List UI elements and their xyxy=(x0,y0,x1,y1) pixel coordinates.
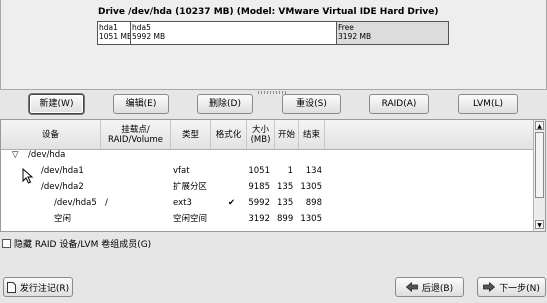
partition-segment-free[interactable]: Free 3192 MB xyxy=(337,22,448,44)
hide-raid-checkbox[interactable] xyxy=(2,239,11,248)
raid-button[interactable]: RAID(A) xyxy=(369,94,429,114)
type-cell: ext3 xyxy=(173,198,192,208)
type-cell: 扩展分区 xyxy=(173,182,208,192)
start-cell: 135 xyxy=(277,198,294,208)
arrow-right-icon xyxy=(483,282,496,292)
table-scrollbar[interactable]: ▲ ▼ xyxy=(533,120,545,231)
partition-segment-hda1[interactable]: hda1 1051 MB xyxy=(98,22,131,44)
arrow-left-icon xyxy=(405,282,418,292)
end-cell: 1305 xyxy=(300,214,322,224)
table-row[interactable]: ▽ /dev/hda xyxy=(1,147,534,163)
size-cell: 5992 xyxy=(248,198,270,208)
device-cell: /dev/hda2 xyxy=(41,182,84,192)
document-icon xyxy=(6,281,16,293)
col-mount-header[interactable]: 挂载点/ RAID/Volume xyxy=(101,120,171,149)
edit-button[interactable]: 编辑(E) xyxy=(113,94,169,114)
table-row[interactable]: /dev/hda5 / ext3 ✔ 5992 135 898 xyxy=(1,195,534,211)
delete-button[interactable]: 删除(D) xyxy=(197,94,253,114)
size-cell: 3192 xyxy=(248,214,270,224)
segment-size: 3192 MB xyxy=(338,32,372,41)
col-start-header[interactable]: 开始 xyxy=(275,120,299,149)
col-size-header[interactable]: 大小 (MB) xyxy=(247,120,275,149)
new-button[interactable]: 新建(W) xyxy=(29,94,84,114)
next-button[interactable]: 下一步(N) xyxy=(477,277,546,297)
col-device-header[interactable]: 设备 xyxy=(1,120,101,149)
device-cell: /dev/hda1 xyxy=(41,166,84,176)
device-cell: 空闲 xyxy=(54,214,72,224)
partition-segment-hda5[interactable]: hda5 5992 MB xyxy=(131,22,337,44)
table-header: 设备 挂载点/ RAID/Volume 类型 格式化 大小 (MB) 开始 结束 xyxy=(1,120,534,150)
col-end-header[interactable]: 结束 xyxy=(299,120,325,149)
start-cell: 1 xyxy=(287,166,293,176)
expander-arrow-icon[interactable]: ▽ xyxy=(12,147,19,163)
hide-raid-option[interactable]: 隐藏 RAID 设备/LVM 卷组成员(G) xyxy=(2,237,151,250)
drive-title: Drive /dev/hda (10237 MB) (Model: VMware… xyxy=(98,7,439,17)
type-cell: vfat xyxy=(173,166,190,176)
scrollbar-thumb[interactable] xyxy=(535,132,544,198)
hide-raid-label: 隐藏 RAID 设备/LVM 卷组成员(G) xyxy=(14,240,152,250)
size-cell: 1051 xyxy=(248,166,270,176)
end-cell: 898 xyxy=(305,198,322,208)
mount-cell: / xyxy=(105,198,108,208)
type-cell: 空闲空间 xyxy=(173,214,208,224)
segment-name: hda5 xyxy=(132,23,151,32)
scroll-up-arrow-icon[interactable]: ▲ xyxy=(535,121,544,130)
size-cell: 9185 xyxy=(248,182,270,192)
table-row[interactable]: /dev/hda1 vfat 1051 1 134 xyxy=(1,163,534,179)
segment-size: 1051 MB xyxy=(99,32,131,41)
col-format-header[interactable]: 格式化 xyxy=(211,120,247,149)
back-button[interactable]: 后退(B) xyxy=(395,277,464,297)
reset-button[interactable]: 重设(S) xyxy=(282,94,341,114)
partition-table: 设备 挂载点/ RAID/Volume 类型 格式化 大小 (MB) 开始 结束… xyxy=(0,119,546,232)
segment-size: 5992 MB xyxy=(132,32,166,41)
lvm-button[interactable]: LVM(L) xyxy=(458,94,518,114)
table-row[interactable]: 空闲 空闲空间 3192 899 1305 xyxy=(1,211,534,227)
table-row[interactable]: /dev/hda2 扩展分区 9185 135 1305 xyxy=(1,179,534,195)
scroll-down-arrow-icon[interactable]: ▼ xyxy=(535,220,544,229)
mouse-pointer-icon xyxy=(22,168,34,184)
end-cell: 134 xyxy=(305,166,322,176)
start-cell: 135 xyxy=(277,182,294,192)
drive-partition-map: hda1 1051 MB hda5 5992 MB Free 3192 MB xyxy=(97,21,449,45)
col-type-header[interactable]: 类型 xyxy=(171,120,211,149)
format-check-icon: ✔ xyxy=(228,198,236,208)
segment-name: Free xyxy=(338,23,354,32)
segment-name: hda1 xyxy=(99,23,118,32)
drive-panel: Drive /dev/hda (10237 MB) (Model: VMware… xyxy=(0,0,547,90)
device-cell: /dev/hda5 xyxy=(54,198,97,208)
device-cell: /dev/hda xyxy=(28,150,66,160)
release-notes-button[interactable]: 发行注记(R) xyxy=(3,277,73,297)
end-cell: 1305 xyxy=(300,182,322,192)
start-cell: 899 xyxy=(277,214,294,224)
